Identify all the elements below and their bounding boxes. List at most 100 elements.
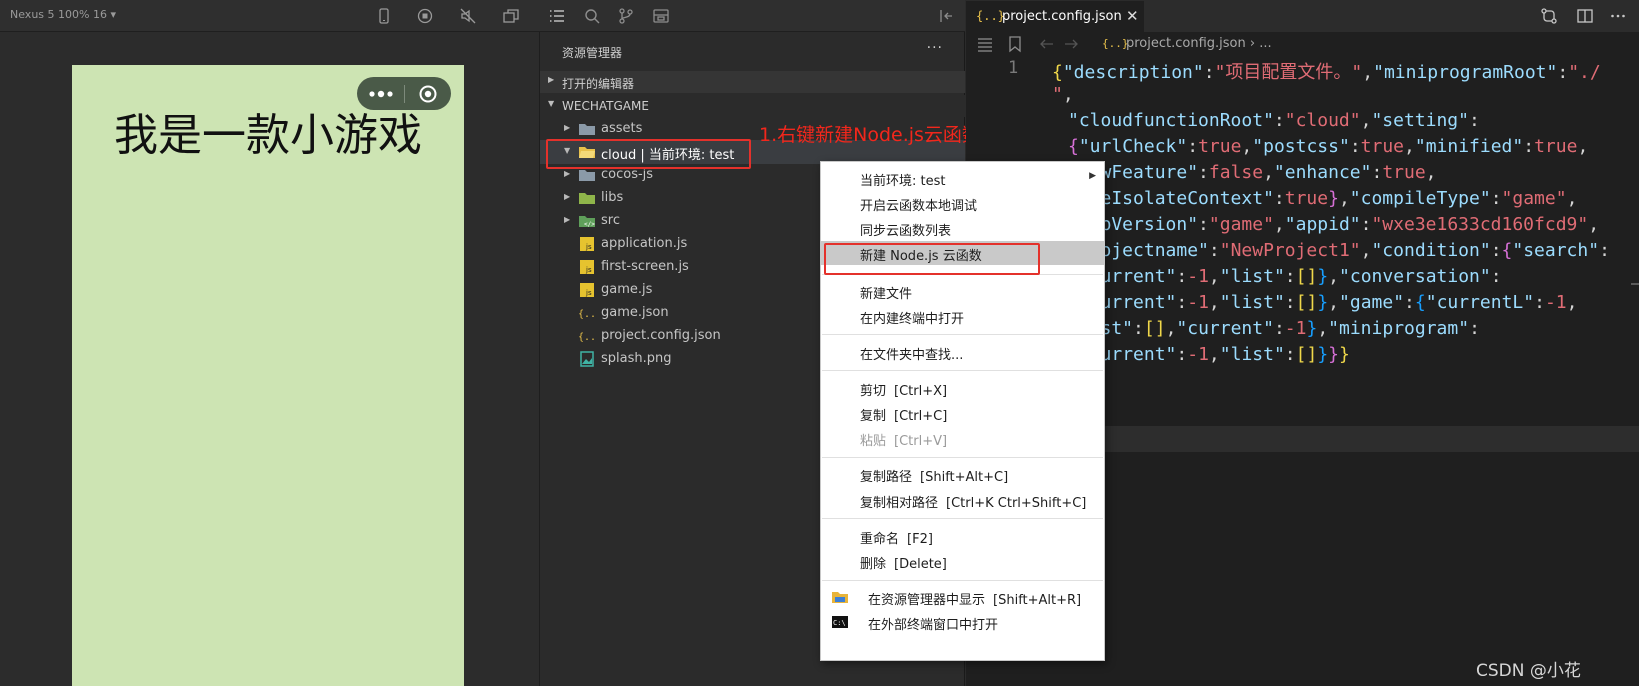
devtools-window: Nexus 5 100% 16 ▾ 我是一款小游戏 资源管理器 ··· ▶ 打开… xyxy=(0,0,1639,686)
code-text: "list":[],"current":-1},"miniprogram": xyxy=(1068,318,1480,339)
extensions-icon[interactable] xyxy=(652,7,670,25)
code-text: "useIsolateContext":true},"compileType":… xyxy=(1068,188,1578,209)
phone-icon[interactable] xyxy=(375,7,393,25)
menu-item[interactable]: 粘贴 [Ctrl+V] xyxy=(821,426,1104,450)
menu-item-shortcut: [Delete] xyxy=(894,557,947,572)
code-text: {"current":-1,"list":[]},"conversation": xyxy=(1068,266,1502,287)
file-name: game.json xyxy=(601,305,669,320)
menu-item[interactable]: 同步云函数列表 xyxy=(821,216,1104,240)
file-name: cocos-js xyxy=(601,167,654,182)
record-icon[interactable] xyxy=(416,7,434,25)
code-text: "libVersion":"game","appid":"wxe3e1633cd… xyxy=(1068,214,1600,235)
tab-label: project.config.json xyxy=(1002,9,1122,24)
menu-item[interactable]: 复制 [Ctrl+C] xyxy=(821,401,1104,425)
menu-item[interactable]: 开启云函数本地调试 xyxy=(821,191,1104,215)
submenu-arrow-icon: ▶ xyxy=(1089,171,1096,181)
menu-item-label: 粘贴 [Ctrl+V] xyxy=(860,430,947,449)
menu-item-text: 删除 xyxy=(860,557,887,572)
device-selector[interactable]: Nexus 5 100% 16 ▾ xyxy=(10,8,116,21)
annotation-box-new-cloud-function xyxy=(824,243,1040,275)
section-project[interactable]: ▼ WECHATGAME xyxy=(540,95,965,117)
menu-item[interactable]: 在资源管理器中显示 [Shift+Alt+R] xyxy=(821,585,1104,609)
menu-item-label: 新建文件 xyxy=(860,283,912,302)
menu-item-shortcut: [Ctrl+C] xyxy=(894,409,948,424)
menu-item[interactable]: 剪切 [Ctrl+X] xyxy=(821,376,1104,400)
json-file-icon: {..} xyxy=(976,9,1005,23)
folder-icon xyxy=(578,167,596,183)
menu-item[interactable]: C:\ 在外部终端窗口中打开 xyxy=(821,610,1104,634)
menu-item-shortcut: [F2] xyxy=(907,532,933,547)
chevron-right-icon[interactable]: ▶ xyxy=(564,123,570,132)
section-open-editors[interactable]: ▶ 打开的编辑器 xyxy=(540,71,965,93)
chevron-right-icon[interactable]: ▶ xyxy=(564,169,570,178)
mute-icon[interactable] xyxy=(459,7,477,25)
chevron-down-icon: ▼ xyxy=(548,99,555,108)
code-text: {"current":-1,"list":[]}}} xyxy=(1068,344,1350,365)
code-text: ", xyxy=(1052,84,1074,105)
svg-text:</>: </> xyxy=(584,221,595,228)
json-file-icon: {..} xyxy=(578,328,602,344)
menu-item[interactable]: 复制相对路径 [Ctrl+K Ctrl+Shift+C] xyxy=(821,488,1104,512)
scrollbar-marker[interactable] xyxy=(1631,283,1639,285)
explorer-list-icon[interactable] xyxy=(548,7,566,25)
menu-item[interactable]: 当前环境: test ▶ xyxy=(821,166,1104,190)
capsule-close-icon[interactable] xyxy=(405,77,451,110)
code-text: "cloudfunctionRoot":"cloud","setting": xyxy=(1068,110,1480,131)
more-dots-icon[interactable] xyxy=(357,77,404,110)
chevron-right-icon: ▶ xyxy=(548,75,555,84)
svg-text:{..}: {..} xyxy=(578,309,596,320)
menu-item[interactable]: 重命名 [F2] xyxy=(821,524,1104,548)
close-icon[interactable]: ✕ xyxy=(1126,7,1139,25)
bookmark-icon[interactable] xyxy=(1006,35,1024,53)
menu-item-label: 复制相对路径 [Ctrl+K Ctrl+Shift+C] xyxy=(860,492,1086,511)
menu-item-text: 剪切 xyxy=(860,384,887,399)
menu-item-label: 复制路径 [Shift+Alt+C] xyxy=(860,466,1008,485)
menu-item-text: 开启云函数本地调试 xyxy=(860,199,978,214)
chevron-right-icon[interactable]: ▶ xyxy=(564,192,570,201)
image-file-icon xyxy=(578,351,596,367)
breadcrumb[interactable]: project.config.json › ... xyxy=(1126,36,1272,51)
source-control-icon[interactable] xyxy=(617,7,635,25)
menu-item-text: 在内建终端中打开 xyxy=(860,312,965,327)
menu-item[interactable]: 新建文件 xyxy=(821,279,1104,303)
menu-item[interactable]: 在内建终端中打开 xyxy=(821,304,1104,328)
more-actions-icon[interactable] xyxy=(1609,7,1627,25)
collapse-panel-icon[interactable] xyxy=(938,7,956,25)
svg-text:C:\: C:\ xyxy=(833,619,846,627)
menu-item[interactable]: 在文件夹中查找... xyxy=(821,340,1104,364)
menu-item-text: 在文件夹中查找... xyxy=(860,348,964,363)
explorer-more-icon[interactable]: ··· xyxy=(927,40,943,56)
folder-icon xyxy=(578,190,596,206)
tab-project-config[interactable]: {..} project.config.json ✕ xyxy=(966,0,1144,32)
phone-screen[interactable]: 我是一款小游戏 xyxy=(72,65,464,686)
file-name: splash.png xyxy=(601,351,672,366)
outline-list-icon[interactable] xyxy=(976,35,994,53)
chevron-right-icon[interactable]: ▶ xyxy=(564,215,570,224)
menu-item-shortcut: [Shift+Alt+R] xyxy=(993,593,1082,608)
menu-item-text: 在资源管理器中显示 xyxy=(868,593,986,608)
menu-item-label: 删除 [Delete] xyxy=(860,553,947,572)
annotation-text: 1.右键新建Node.js云函数 xyxy=(759,124,981,146)
source-folder-icon: </> xyxy=(578,213,596,229)
menu-item-label: 在资源管理器中显示 [Shift+Alt+R] xyxy=(868,589,1081,608)
json-file-icon: {..} xyxy=(1102,37,1129,50)
menu-item-label: 重命名 [F2] xyxy=(860,528,933,547)
back-arrow-icon[interactable] xyxy=(1038,35,1056,53)
search-icon[interactable] xyxy=(583,7,601,25)
menu-item[interactable]: 删除 [Delete] xyxy=(821,549,1104,573)
mini-program-capsule xyxy=(357,77,451,110)
code-line: 1 {"description":"项目配置文件。","miniprogramR… xyxy=(966,56,1639,83)
menu-item-text: 复制路径 xyxy=(860,470,913,485)
forward-arrow-icon[interactable] xyxy=(1062,35,1080,53)
menu-item[interactable]: 复制路径 [Shift+Alt+C] xyxy=(821,462,1104,486)
compare-icon[interactable] xyxy=(1540,7,1558,25)
split-editor-icon[interactable] xyxy=(1576,7,1594,25)
detach-window-icon[interactable] xyxy=(502,7,520,25)
menu-item-shortcut: [Ctrl+K Ctrl+Shift+C] xyxy=(946,496,1087,511)
menu-item-label: 在外部终端窗口中打开 xyxy=(868,614,998,633)
menu-item-label: 在内建终端中打开 xyxy=(860,308,964,327)
simulator-panel: Nexus 5 100% 16 ▾ 我是一款小游戏 xyxy=(0,0,540,686)
watermark: CSDN @小花 xyxy=(1476,661,1581,681)
file-name: src xyxy=(601,213,620,228)
js-file-icon: js xyxy=(578,236,596,252)
